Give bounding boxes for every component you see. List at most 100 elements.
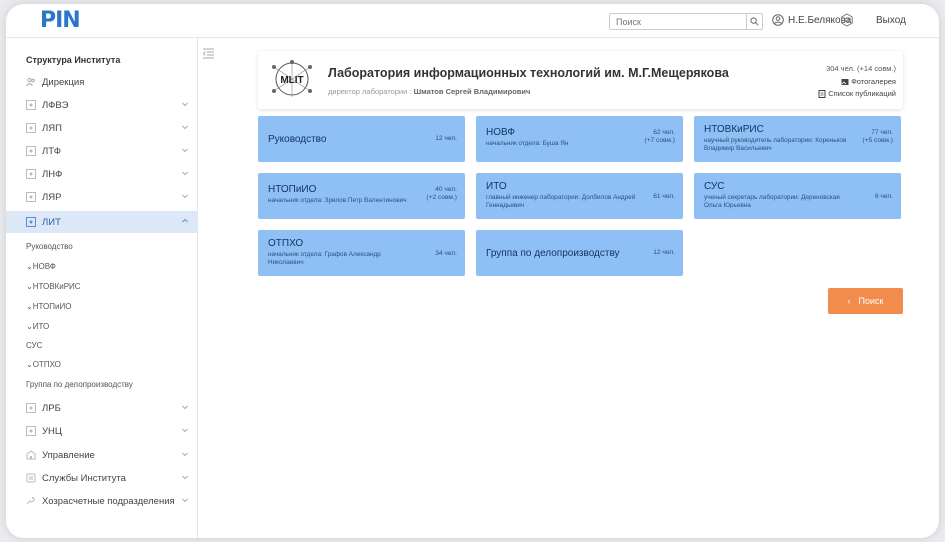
chevron-down-icon: ⌄ [26,360,33,369]
publications-link[interactable]: Список публикаций [818,89,896,98]
chevron-down-icon [182,428,188,433]
chevron-down-icon [182,498,188,503]
dept-card-ntopiio[interactable]: НТОПиИО начальник отдела: Зрелов Петр Ва… [258,173,465,219]
sidebar-item-label: ЛЯР [42,191,62,203]
settings-button[interactable] [840,13,854,30]
image-icon [841,78,849,85]
sidebar-item-label: Службы Института [42,472,126,484]
sidebar-item-label: УНЦ [42,425,62,437]
chevron-down-icon [182,194,188,199]
chevron-down-icon: ⌄ [26,282,33,291]
sidebar-item-label: ЛФВЭ [42,99,69,111]
top-bar: PIN Н.Е.Белякова Выход [6,4,939,38]
people-icon [26,77,35,87]
dept-name: НТОВКиРИС [704,124,764,135]
dept-name: Группа по делопроизводству [486,248,620,259]
sidebar-subitem-novf[interactable]: ⌄НОВФ [26,262,56,271]
sidebar-item-label: ЛЯП [42,122,62,134]
atom-icon [26,100,36,110]
dept-card-records-group[interactable]: Группа по делопроизводству 12 чел. [476,230,683,276]
photo-gallery-link[interactable]: Фотогалерея [841,77,896,86]
atom-icon [26,169,36,179]
sidebar-subitem-ntovkiris[interactable]: ⌄НТОВКиРИС [26,282,81,291]
sidebar-item-label: ЛИТ [42,216,61,228]
dept-name: НОВФ [486,127,515,138]
sidebar-item-label: ЛТФ [42,145,61,157]
search-field[interactable] [609,13,763,30]
sidebar-item-self-financing[interactable]: Хозрасчетные подразделения [6,490,198,512]
sidebar-subitem-ntopiio[interactable]: ⌄НТОПиИО [26,302,71,311]
atom-icon [26,426,36,436]
user-icon [772,14,784,26]
dept-count: 77 чел. (+5 совм.) [862,129,893,144]
dept-card-sus[interactable]: СУС ученый секретарь лаборатории: Дерено… [694,173,901,219]
sidebar-subitem-otpho[interactable]: ⌄ОТПХО [26,360,61,369]
back-to-search-button[interactable]: ‹ Поиск [828,288,903,314]
lab-director: директор лаборатории : Шматов Сергей Вла… [328,87,531,96]
sidebar-item-mlit[interactable]: ЛИТ [6,211,198,233]
search-button[interactable] [746,14,762,29]
sidebar: Структура Института Дирекция ЛФВЭ ЛЯП ЛТ… [6,38,198,538]
chevron-down-icon [182,171,188,176]
sidebar-item-label: Дирекция [42,76,85,88]
dept-head: начальник отдела: Графов Александр Никол… [268,251,381,266]
sidebar-item-lhep[interactable]: ЛФВЭ [6,94,198,116]
building-icon [26,450,36,460]
dept-name: НТОПиИО [268,184,317,195]
dept-name: ОТПХО [268,238,304,249]
atom-icon [26,192,36,202]
dept-name: ИТО [486,181,507,192]
sidebar-item-direction[interactable]: Дирекция [6,71,198,93]
dept-card-rukovodstvo[interactable]: Руководство 12 чел. [258,116,465,162]
sidebar-subitem-ito[interactable]: ⌄ИТО [26,322,49,331]
dept-head: главный инженер лаборатории: Долбилов Ан… [486,194,636,209]
sidebar-collapse-button[interactable] [198,42,218,64]
atom-icon [26,123,36,133]
dept-card-ntovkiris[interactable]: НТОВКиРИС научный руководитель лаборатор… [694,116,901,162]
sidebar-item-services[interactable]: Службы Института [6,467,198,489]
dept-count: 6 чел. [874,193,893,200]
sidebar-item-dlnp[interactable]: ЛЯП [6,117,198,139]
app-window: PIN Н.Е.Белякова Выход [6,4,939,538]
sidebar-subitem-rukovodstvo[interactable]: Руководство [26,242,73,251]
dept-card-ito[interactable]: ИТО главный инженер лаборатории: Долбило… [476,173,683,219]
sidebar-item-management[interactable]: Управление [6,444,198,466]
sidebar-item-flnp[interactable]: ЛНФ [6,163,198,185]
sidebar-item-label: ЛРБ [42,402,61,414]
sidebar-item-unc[interactable]: УНЦ [6,420,198,442]
chevron-down-icon: ⌄ [26,262,33,271]
chevron-down-icon [182,452,188,457]
chevron-up-icon [182,218,188,223]
document-icon [818,89,826,98]
dept-card-otpho[interactable]: ОТПХО начальник отдела: Графов Александр… [258,230,465,276]
hands-icon [26,497,36,505]
sidebar-item-lrb[interactable]: ЛРБ [6,397,198,419]
sidebar-item-flnr[interactable]: ЛЯР [6,186,198,208]
chevron-left-icon: ‹ [847,296,851,306]
gear-icon [841,13,853,27]
dept-count: 12 чел. [435,135,457,142]
services-icon [26,473,36,483]
sidebar-subitem-sus[interactable]: СУС [26,341,42,350]
dept-head: научный руководитель лаборатории: Корень… [704,137,847,152]
chevron-down-icon: ⌄ [26,322,33,331]
svg-text:MLIT: MLIT [280,75,303,86]
search-input[interactable] [610,14,740,29]
dept-head: ученый секретарь лаборатории: Дереновска… [704,194,840,209]
logout-link[interactable]: Выход [876,15,906,26]
dept-card-novf[interactable]: НОВФ начальник отдела: Буша Ян 62 чел. (+… [476,116,683,162]
dept-name: Руководство [268,134,327,145]
pin-logo[interactable]: PIN [40,8,81,33]
dept-head: начальник отдела: Зрелов Петр Валентинов… [268,197,407,204]
chevron-down-icon: ⌄ [26,302,33,311]
sidebar-subitem-records-group[interactable]: Группа по делопроизводству [26,380,133,389]
chevron-down-icon [182,475,188,480]
menu-collapse-icon [202,48,214,59]
chevron-down-icon [182,125,188,130]
dept-name: СУС [704,181,725,192]
chevron-down-icon [182,102,188,107]
mlit-logo: MLIT [268,59,316,102]
sidebar-item-label: Хозрасчетные подразделения [42,495,175,507]
dept-count: 40 чел. (+2 совм.) [426,186,457,201]
sidebar-item-bltp[interactable]: ЛТФ [6,140,198,162]
